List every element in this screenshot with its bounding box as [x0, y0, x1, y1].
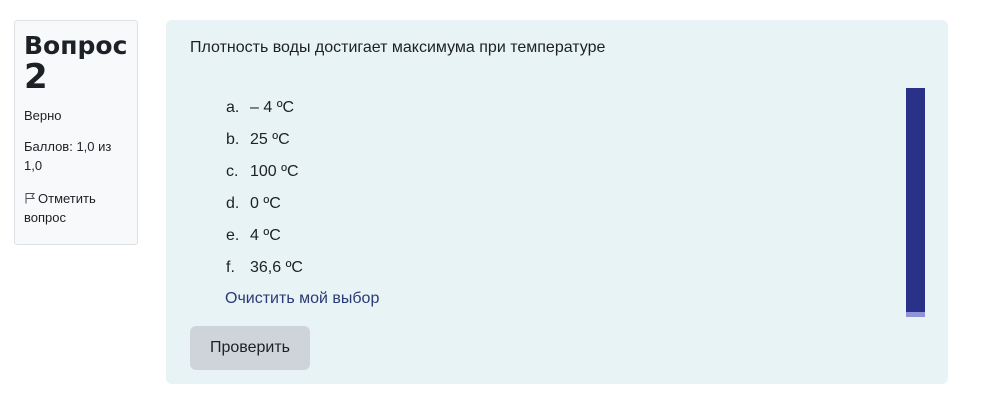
- accent-bar-edge: [906, 312, 925, 317]
- question-content: Плотность воды достигает максимума при т…: [166, 20, 948, 384]
- question-number: 2: [24, 57, 48, 97]
- answer-text: 100 ºС: [250, 163, 299, 180]
- answer-letter: b.: [226, 131, 240, 148]
- question-state: Верно: [24, 108, 62, 123]
- answer-option-d[interactable]: d. 0 ºС: [226, 192, 303, 224]
- answer-text: 25 ºС: [250, 131, 290, 148]
- answer-text: 0 ºС: [250, 195, 281, 212]
- flag-question-link[interactable]: Отметить вопрос: [24, 189, 128, 227]
- question-grade: Баллов: 1,0 из 1,0: [24, 137, 128, 175]
- answer-option-c[interactable]: c. 100 ºС: [226, 160, 303, 192]
- answer-option-e[interactable]: e. 4 ºС: [226, 224, 303, 256]
- grade-line-2: 1,0: [24, 158, 43, 173]
- answer-option-f[interactable]: f. 36,6 ºС: [226, 256, 303, 288]
- answer-option-b[interactable]: b. 25 ºС: [226, 128, 303, 160]
- accent-bar: [906, 88, 925, 312]
- answer-option-a[interactable]: a. – 4 ºС: [226, 96, 303, 128]
- answer-letter: a.: [226, 99, 240, 116]
- answer-letter: d.: [226, 195, 240, 212]
- question-text: Плотность воды достигает максимума при т…: [190, 39, 606, 56]
- flag-label-line-2: вопрос: [24, 210, 66, 225]
- answer-list: a. – 4 ºС b. 25 ºС c. 100 ºС d. 0 ºС e. …: [226, 96, 303, 288]
- clear-choice-link[interactable]: Очистить мой выбор: [225, 290, 379, 308]
- flag-icon: [24, 190, 36, 204]
- answer-letter: f.: [226, 259, 235, 276]
- question-info-panel: Вопрос 2 Верно Баллов: 1,0 из 1,0 Отмети…: [14, 20, 138, 245]
- check-button[interactable]: Проверить: [190, 326, 310, 370]
- grade-line-1: Баллов: 1,0 из: [24, 139, 112, 154]
- answer-letter: c.: [226, 163, 239, 180]
- answer-letter: e.: [226, 227, 240, 244]
- answer-text: – 4 ºС: [250, 99, 295, 116]
- question-word: Вопрос: [24, 31, 128, 60]
- question-number-heading: Вопрос 2: [24, 31, 128, 94]
- answer-text: 4 ºС: [250, 227, 281, 244]
- flag-label-line-1: Отметить: [38, 191, 96, 206]
- answer-text: 36,6 ºС: [250, 259, 303, 276]
